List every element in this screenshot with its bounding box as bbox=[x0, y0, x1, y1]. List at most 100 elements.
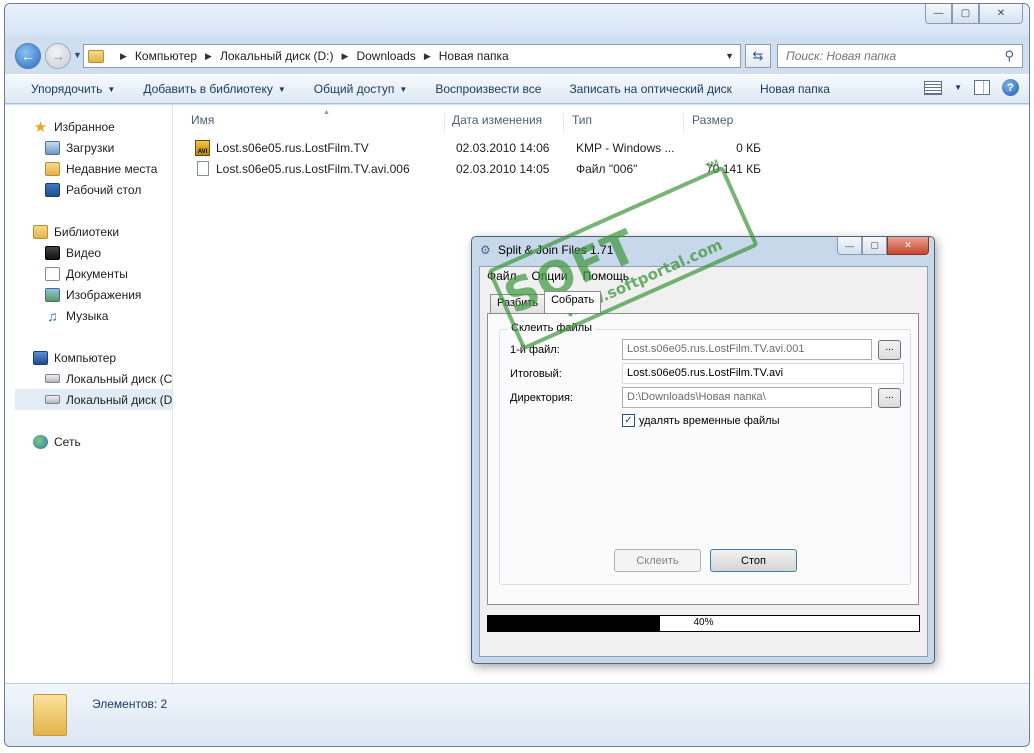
change-view-icon[interactable] bbox=[924, 80, 943, 95]
dialog-close-button[interactable]: ✕ bbox=[887, 237, 929, 255]
first-file-field[interactable]: Lost.s06e05.rus.LostFilm.TV.avi.001 bbox=[622, 339, 872, 360]
caret-down-icon[interactable]: ▼ bbox=[954, 83, 962, 92]
downloads-folder-icon bbox=[45, 140, 60, 155]
network-icon bbox=[33, 434, 48, 449]
chevron-right-icon[interactable]: ▶ bbox=[424, 51, 431, 62]
breadcrumb-downloads[interactable]: Downloads bbox=[356, 49, 415, 63]
add-to-library-menu[interactable]: Добавить в библиотеку ▼ bbox=[129, 75, 299, 103]
browse-first-file-button[interactable]: ... bbox=[878, 340, 901, 360]
delete-temp-checkbox[interactable]: ✓ удалять временные файлы bbox=[622, 414, 780, 427]
view-controls: ▼ ? bbox=[924, 79, 1019, 96]
minimize-button[interactable]: — bbox=[925, 4, 952, 24]
result-file-label: Итоговый: bbox=[510, 368, 562, 380]
organize-label: Упорядочить bbox=[31, 82, 103, 96]
avi-file-icon: AVI bbox=[195, 140, 210, 156]
column-header-type[interactable]: Тип bbox=[564, 113, 684, 131]
directory-field[interactable]: D:\Downloads\Новая папка\ bbox=[622, 387, 872, 408]
dialog-title: ⚙ Split & Join Files 1.71 bbox=[480, 243, 613, 257]
column-header-date[interactable]: Дата изменения bbox=[444, 113, 564, 131]
sidebar-item-drive-d[interactable]: Локальный диск (D:) bbox=[15, 389, 172, 410]
tab-split[interactable]: Разбить bbox=[490, 294, 546, 313]
sidebar-item-drive-c[interactable]: Локальный диск (C:) bbox=[45, 368, 172, 389]
preview-pane-icon[interactable] bbox=[974, 80, 990, 95]
dialog-minimize-button[interactable]: — bbox=[837, 237, 862, 255]
sidebar-item-label: Библиотеки bbox=[54, 224, 120, 239]
app-icon: ⚙ bbox=[480, 243, 491, 257]
forward-button[interactable]: → bbox=[45, 43, 71, 69]
star-icon: ★ bbox=[33, 118, 48, 136]
search-box[interactable]: ⚲ bbox=[777, 44, 1023, 68]
column-label: Имя bbox=[191, 113, 215, 127]
desktop-icon bbox=[45, 182, 60, 197]
sidebar-item-label: Изображения bbox=[66, 287, 142, 302]
file-row[interactable]: Lost.s06e05.rus.LostFilm.TV.avi.006 02.0… bbox=[189, 159, 789, 179]
organize-menu[interactable]: Упорядочить ▼ bbox=[5, 75, 129, 103]
breadcrumb-drive-d[interactable]: Локальный диск (D:) bbox=[220, 49, 334, 63]
file-date: 02.03.2010 14:06 bbox=[456, 141, 550, 155]
chevron-right-icon[interactable]: ▶ bbox=[205, 51, 212, 62]
checkmark-icon[interactable]: ✓ bbox=[622, 414, 635, 427]
file-row[interactable]: AVI Lost.s06e05.rus.LostFilm.TV 02.03.20… bbox=[189, 138, 789, 158]
close-button[interactable]: ✕ bbox=[979, 4, 1023, 24]
sort-arrow-icon: ▲ bbox=[323, 109, 330, 116]
column-header-name[interactable]: ▲ Имя bbox=[183, 109, 445, 131]
search-input[interactable] bbox=[786, 49, 986, 63]
column-header-size[interactable]: Размер bbox=[684, 113, 764, 131]
title-bar: — ▢ ✕ bbox=[5, 4, 1029, 36]
caret-down-icon: ▼ bbox=[277, 84, 286, 94]
tab-join[interactable]: Собрать bbox=[544, 291, 602, 313]
breadcrumb-computer[interactable]: Компьютер bbox=[135, 49, 197, 63]
chevron-right-icon: ▶ bbox=[120, 50, 127, 61]
file-type: KMP - Windows ... bbox=[576, 141, 675, 155]
caption-buttons: — ▢ ✕ bbox=[925, 4, 1023, 24]
dialog-menubar: Файл Опции Помощь bbox=[480, 267, 927, 286]
dialog-tabs: Разбить Собрать bbox=[490, 291, 602, 313]
folder-icon bbox=[33, 694, 67, 736]
details-pane: Элементов: 2 bbox=[5, 683, 1029, 746]
sidebar-item-label: Локальный диск (C:) bbox=[66, 371, 172, 386]
burn-button[interactable]: Записать на оптический диск bbox=[555, 75, 746, 103]
help-icon[interactable]: ? bbox=[1002, 79, 1019, 96]
stop-button[interactable]: Стоп bbox=[710, 549, 797, 572]
sidebar-item-label: Музыка bbox=[66, 308, 109, 323]
play-all-button[interactable]: Воспроизвести все bbox=[421, 75, 555, 103]
sidebar-item-label: Рабочий стол bbox=[66, 182, 142, 197]
result-file-field[interactable]: Lost.s06e05.rus.LostFilm.TV.avi bbox=[622, 363, 904, 384]
directory-label: Директория: bbox=[510, 392, 574, 404]
command-bar: Упорядочить ▼ Добавить в библиотеку ▼ Общи… bbox=[5, 74, 1029, 104]
share-menu[interactable]: Общий доступ ▼ bbox=[300, 75, 422, 103]
file-size: 70 141 КБ bbox=[706, 162, 761, 176]
add-to-library-label: Добавить в библиотеку bbox=[143, 82, 273, 96]
join-button[interactable]: Склеить bbox=[614, 549, 701, 572]
first-file-label: 1-й файл: bbox=[510, 344, 560, 356]
recent-pages-dropdown[interactable]: ▼ bbox=[73, 50, 82, 60]
browse-directory-button[interactable]: ... bbox=[878, 388, 901, 408]
dialog-caption-buttons: — ▢ ✕ bbox=[837, 237, 929, 255]
breadcrumb-new-folder[interactable]: Новая папка bbox=[439, 49, 509, 63]
breadcrumb: ▶ Компьютер ▶ Локальный диск (D:) ▶ Down… bbox=[112, 49, 509, 63]
arrow-right-icon: → bbox=[51, 48, 65, 64]
menu-file[interactable]: Файл bbox=[480, 267, 525, 286]
back-button[interactable]: ← bbox=[15, 43, 41, 69]
maximize-button[interactable]: ▢ bbox=[952, 4, 979, 24]
sidebar-item-label: Видео bbox=[66, 245, 102, 260]
split-join-dialog: ⚙ Split & Join Files 1.71 — ▢ ✕ Файл Опц… bbox=[471, 236, 935, 664]
new-folder-button[interactable]: Новая папка bbox=[746, 75, 844, 103]
items-count: Элементов: 2 bbox=[92, 697, 168, 711]
dialog-maximize-button[interactable]: ▢ bbox=[862, 237, 887, 255]
drive-icon bbox=[45, 374, 60, 383]
progress-text: 40% bbox=[693, 617, 714, 628]
sidebar-item-label: Загрузки bbox=[66, 140, 115, 155]
refresh-icon: ⇆ bbox=[752, 48, 764, 63]
group-label: Склеить файлы bbox=[508, 322, 596, 334]
sidebar-item-label: Локальный диск (D:) bbox=[66, 392, 172, 407]
recent-places-icon bbox=[45, 161, 60, 176]
chevron-right-icon[interactable]: ▶ bbox=[342, 51, 349, 62]
caret-down-icon: ▼ bbox=[399, 84, 408, 94]
address-bar[interactable]: ▶ Компьютер ▶ Локальный диск (D:) ▶ Down… bbox=[83, 44, 741, 68]
refresh-button[interactable]: ⇆ bbox=[745, 44, 771, 68]
search-icon[interactable]: ⚲ bbox=[1004, 48, 1014, 64]
menu-help[interactable]: Помощь bbox=[576, 267, 637, 286]
address-dropdown[interactable]: ▼ bbox=[725, 51, 734, 61]
menu-options[interactable]: Опции bbox=[525, 267, 576, 286]
